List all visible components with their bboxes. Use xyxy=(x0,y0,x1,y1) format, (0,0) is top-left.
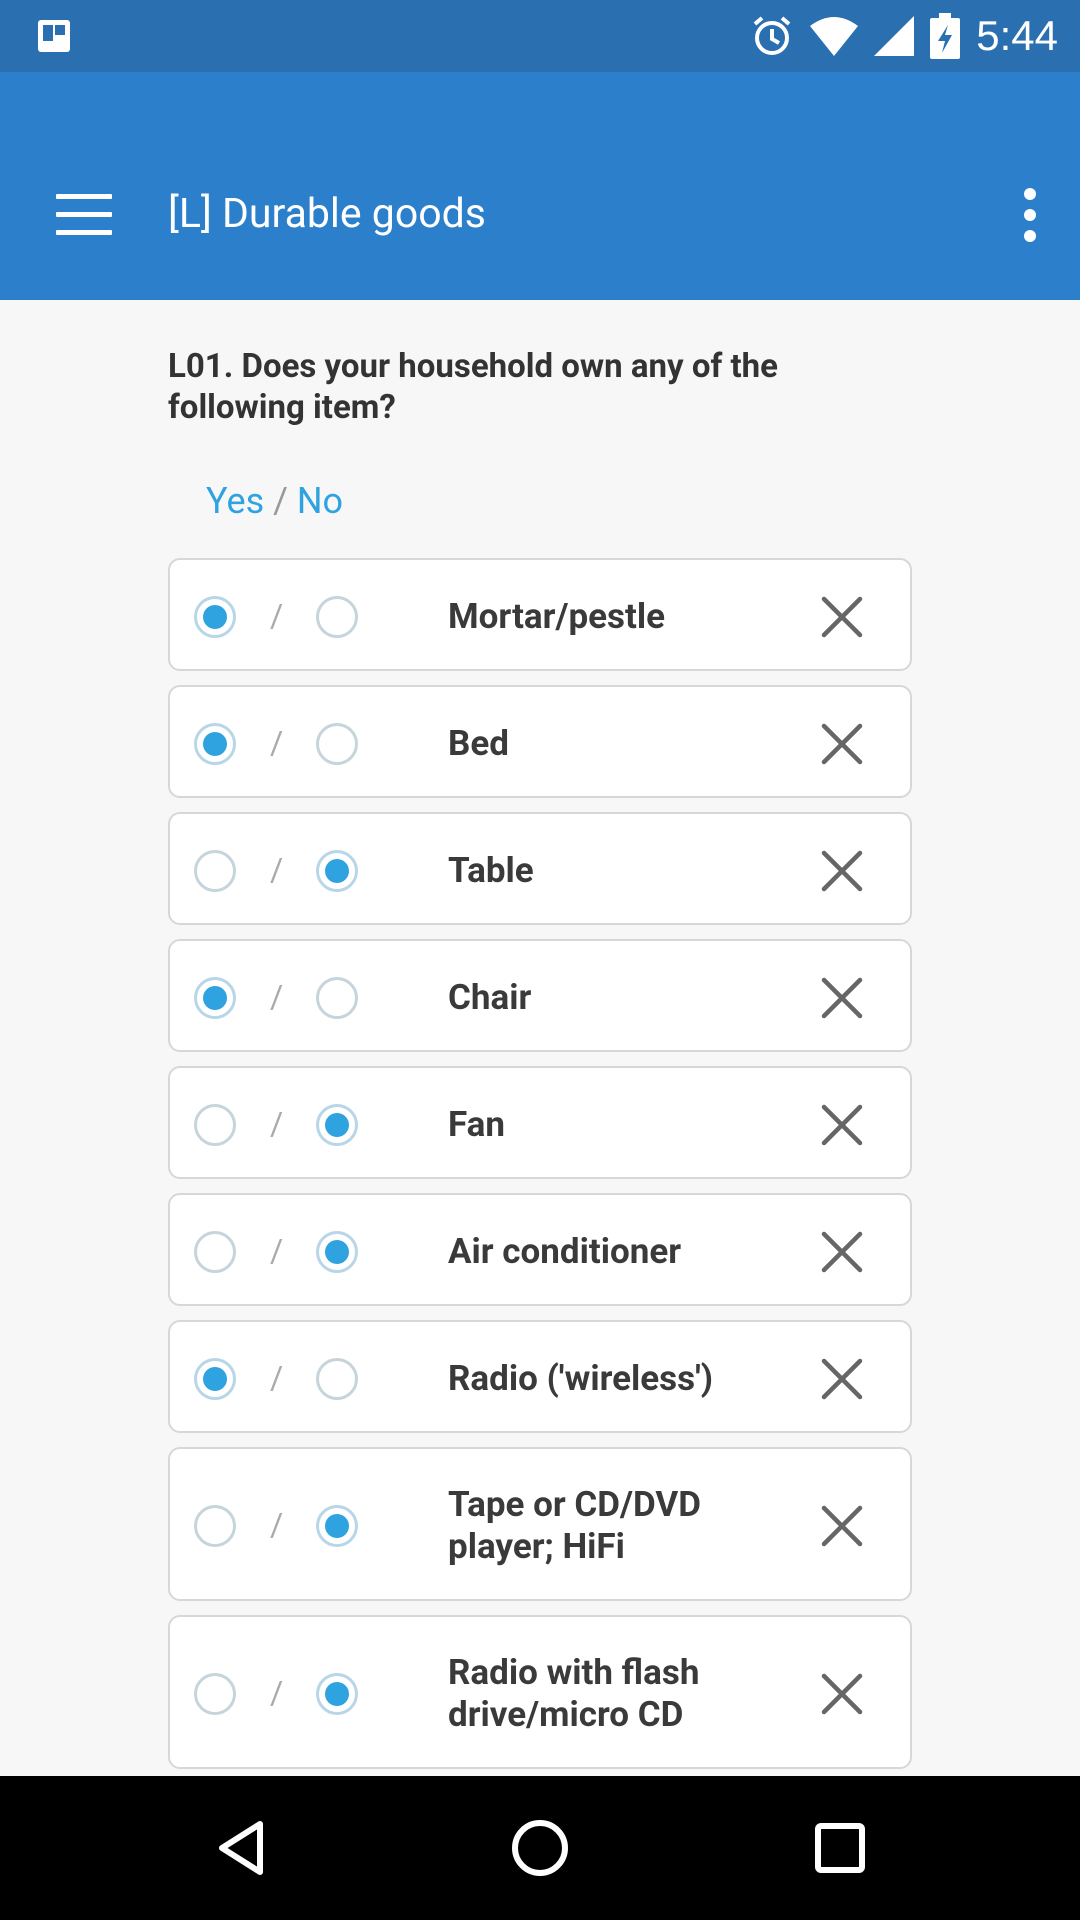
radio-separator: / xyxy=(270,1674,284,1712)
no-radio[interactable] xyxy=(316,1357,358,1400)
item-label: Air conditioner xyxy=(448,1230,682,1272)
clear-icon[interactable] xyxy=(820,1672,864,1716)
radio-separator: / xyxy=(270,1506,284,1544)
notification-icon xyxy=(38,20,70,52)
clear-icon[interactable] xyxy=(820,1230,864,1274)
no-radio[interactable] xyxy=(316,976,358,1019)
yes-radio[interactable] xyxy=(194,595,236,638)
hamburger-icon[interactable] xyxy=(56,194,112,235)
item-card: / Bed xyxy=(168,685,912,798)
no-radio[interactable] xyxy=(316,849,358,892)
radio-separator: / xyxy=(270,596,284,635)
back-icon[interactable] xyxy=(210,1816,274,1880)
item-card: / Air conditioner xyxy=(168,1193,912,1306)
item-label: Radio with flash drive/micro CD xyxy=(448,1652,700,1735)
signal-icon xyxy=(874,16,915,56)
clock: 5:44 xyxy=(976,12,1058,59)
item-label: Mortar/pestle xyxy=(448,595,666,637)
yes-radio[interactable] xyxy=(194,1230,236,1273)
yes-radio[interactable] xyxy=(194,976,236,1019)
clear-icon[interactable] xyxy=(820,1357,864,1401)
radio-separator: / xyxy=(270,1104,284,1143)
status-bar: 5:44 xyxy=(0,0,1080,72)
no-radio[interactable] xyxy=(316,1505,358,1547)
header-separator: / xyxy=(264,480,297,522)
item-card: / Mortar/pestle xyxy=(168,558,912,671)
recents-icon[interactable] xyxy=(808,1816,872,1880)
clear-icon[interactable] xyxy=(820,595,864,639)
no-radio[interactable] xyxy=(316,595,358,638)
no-radio[interactable] xyxy=(316,722,358,765)
item-label: Table xyxy=(448,849,534,891)
item-card: / Radio with flash drive/micro CD xyxy=(168,1615,912,1769)
clear-icon[interactable] xyxy=(820,722,864,766)
yes-radio[interactable] xyxy=(194,1103,236,1146)
battery-icon xyxy=(930,13,961,59)
item-card: / Table xyxy=(168,812,912,925)
clear-icon[interactable] xyxy=(820,1504,864,1548)
yes-radio[interactable] xyxy=(194,1673,236,1715)
radio-separator: / xyxy=(270,850,284,889)
clear-icon[interactable] xyxy=(820,1103,864,1147)
no-radio[interactable] xyxy=(316,1673,358,1715)
yes-radio[interactable] xyxy=(194,849,236,892)
item-card: / Fan xyxy=(168,1066,912,1179)
clear-icon[interactable] xyxy=(820,976,864,1020)
yes-header: Yes xyxy=(206,480,265,522)
radio-separator: / xyxy=(270,1358,284,1397)
radio-separator: / xyxy=(270,977,284,1016)
item-label: Chair xyxy=(448,976,532,1018)
clear-icon[interactable] xyxy=(820,849,864,893)
home-icon[interactable] xyxy=(508,1816,572,1880)
no-header: No xyxy=(296,480,344,522)
item-card: / Radio ('wireless') xyxy=(168,1320,912,1433)
radio-separator: / xyxy=(270,723,284,762)
more-vert-icon[interactable] xyxy=(1018,188,1042,244)
yes-radio[interactable] xyxy=(194,1357,236,1400)
item-card: / Tape or CD/DVD player; HiFi xyxy=(168,1447,912,1601)
no-radio[interactable] xyxy=(316,1103,358,1146)
navigation-bar xyxy=(0,1776,1080,1920)
item-label: Bed xyxy=(448,722,509,764)
item-label: Tape or CD/DVD player; HiFi xyxy=(448,1484,702,1567)
yes-no-header: Yes / No xyxy=(206,480,343,522)
survey-content[interactable]: L01. Does your household own any of the … xyxy=(0,300,1080,1775)
wifi-icon xyxy=(810,17,859,56)
radio-separator: / xyxy=(270,1231,284,1270)
question-text: L01. Does your household own any of the … xyxy=(168,347,778,427)
item-card: / Chair xyxy=(168,939,912,1052)
app-bar: [L] Durable goods xyxy=(0,72,1080,300)
alarm-icon xyxy=(753,16,791,55)
yes-radio[interactable] xyxy=(194,722,236,765)
item-label: Radio ('wireless') xyxy=(448,1357,714,1399)
yes-radio[interactable] xyxy=(194,1505,236,1547)
no-radio[interactable] xyxy=(316,1230,358,1273)
page-title: [L] Durable goods xyxy=(168,190,486,238)
item-label: Fan xyxy=(448,1103,505,1145)
